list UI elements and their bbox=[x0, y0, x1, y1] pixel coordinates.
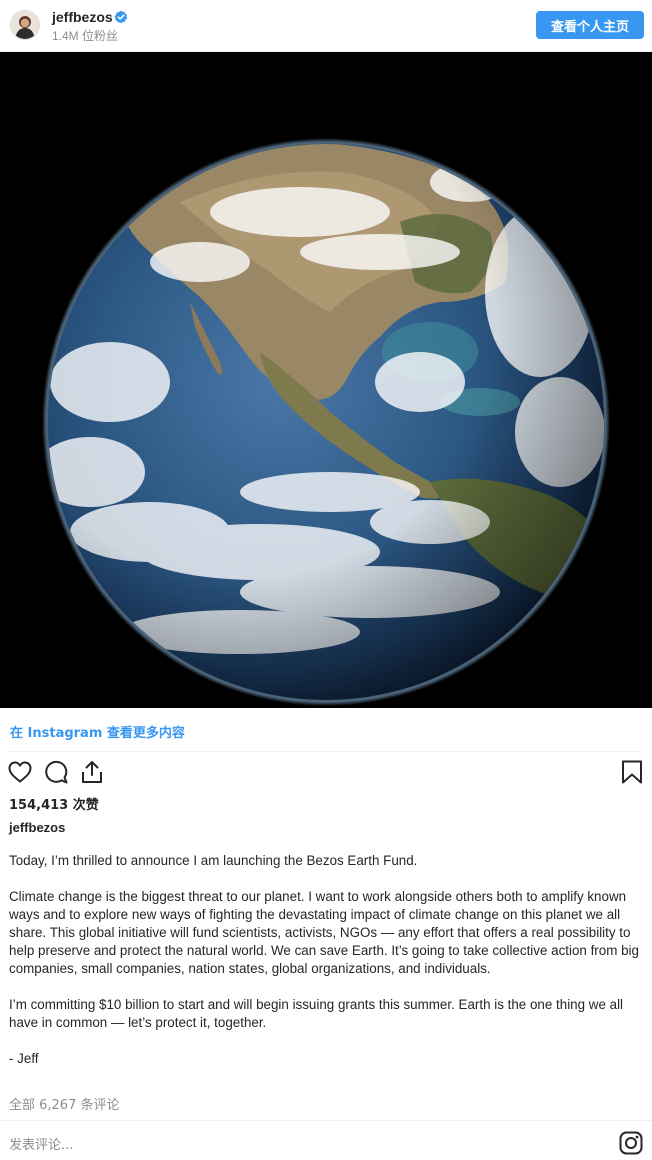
caption-paragraph: Today, I’m thrilled to announce I am lau… bbox=[9, 853, 418, 868]
avatar[interactable] bbox=[10, 10, 40, 40]
post-image[interactable] bbox=[0, 52, 652, 708]
instagram-icon[interactable] bbox=[619, 1131, 643, 1155]
caption-signature: - Jeff bbox=[9, 1051, 39, 1066]
view-profile-button[interactable]: 查看个人主页 bbox=[536, 11, 644, 39]
view-all-comments-link[interactable]: 全部 6,267 条评论 bbox=[9, 1094, 119, 1113]
comment-input[interactable]: 发表评论... bbox=[9, 1134, 73, 1153]
post-header: jeffbezos 1.4M 位粉丝 查看个人主页 bbox=[0, 0, 652, 52]
caption-text: Today, I’m thrilled to announce I am lau… bbox=[9, 852, 639, 1086]
caption-paragraph: I’m committing $10 billion to start and … bbox=[9, 997, 624, 1030]
username[interactable]: jeffbezos bbox=[52, 9, 113, 25]
share-icon[interactable] bbox=[79, 759, 105, 785]
heart-icon[interactable] bbox=[7, 759, 33, 785]
bookmark-icon[interactable] bbox=[619, 759, 645, 785]
like-count[interactable]: 154,413 次赞 bbox=[9, 794, 99, 813]
comment-icon[interactable] bbox=[43, 759, 69, 785]
divider bbox=[10, 751, 642, 752]
caption-paragraph: Climate change is the biggest threat to … bbox=[9, 889, 639, 976]
verified-badge-icon bbox=[114, 10, 128, 24]
divider bbox=[0, 1120, 652, 1121]
view-more-on-instagram-link[interactable]: 在 Instagram 查看更多内容 bbox=[10, 722, 185, 741]
caption-username[interactable]: jeffbezos bbox=[9, 820, 65, 835]
follower-count: 1.4M 位粉丝 bbox=[52, 29, 119, 43]
